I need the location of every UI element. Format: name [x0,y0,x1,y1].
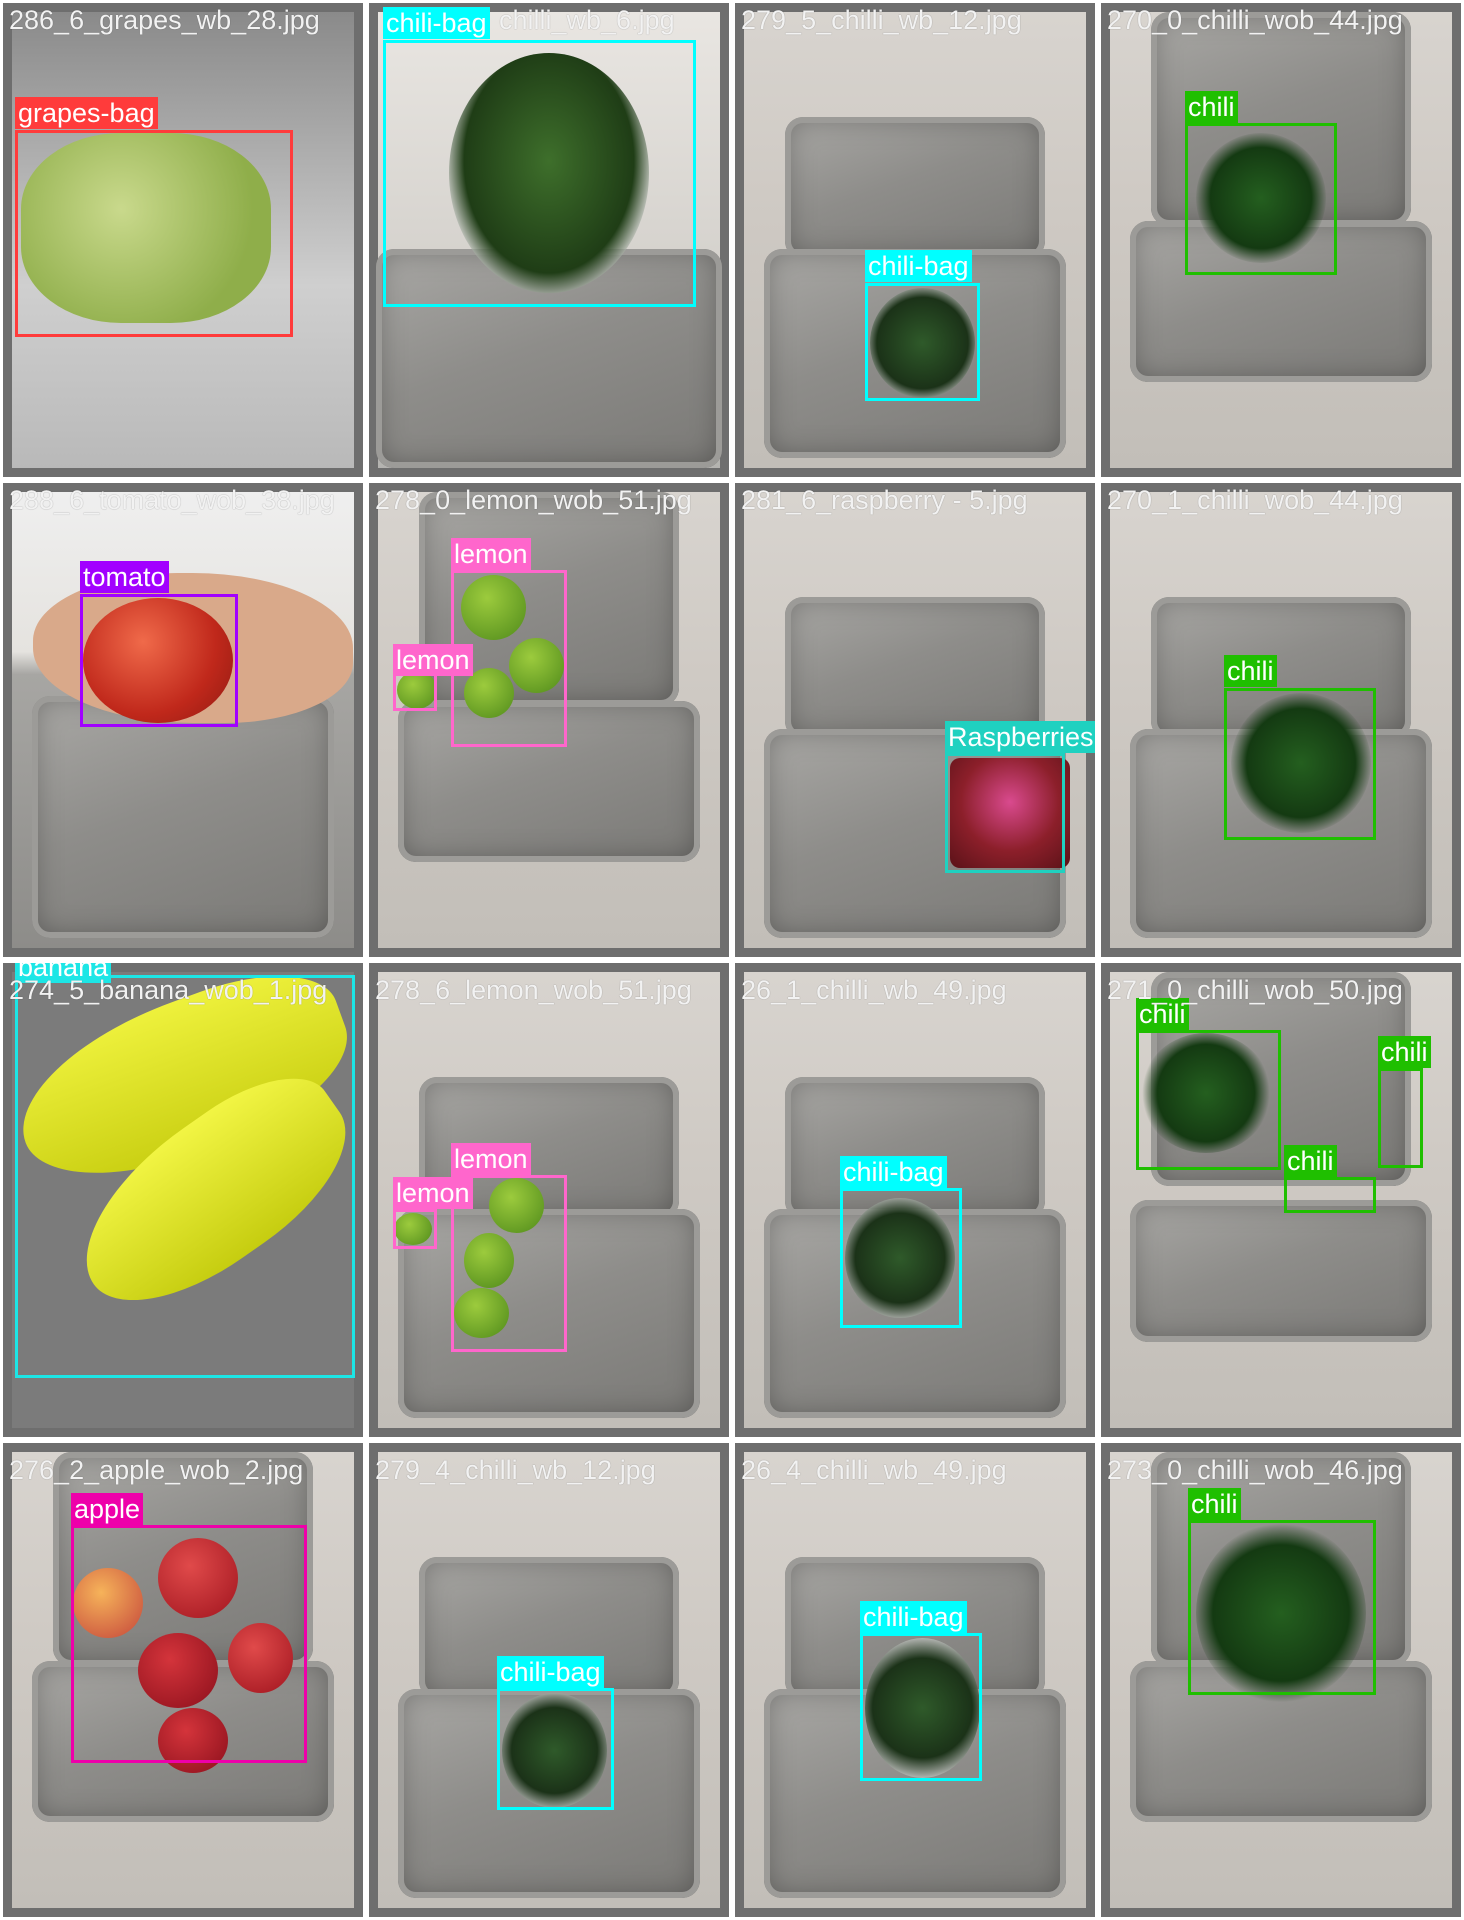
detection-box [1378,1068,1423,1168]
detection-box [945,753,1065,873]
tile-13: apple 276_2_apple_wob_2.jpg [0,1440,366,1920]
detection-box [15,130,293,337]
detection-label: chili [1378,1036,1431,1068]
tile-6: lemon lemon 278_0_lemon_wob_51.jpg [366,480,732,960]
tile-11: chili-bag 26_1_chilli_wb_49.jpg [732,960,1098,1440]
detection-label: chili [1224,655,1277,687]
detection-box [840,1188,962,1328]
detection-label: chili [1188,1488,1241,1520]
detection-box [71,1525,307,1763]
detection-label: chili-bag [840,1156,947,1188]
tile-10: lemon lemon 278_6_lemon_wob_51.jpg [366,960,732,1440]
image-filename: 26_1_chilli_wb_49.jpg [741,975,1007,1005]
detection-box [15,975,355,1378]
image-filename: 276_2_apple_wob_2.jpg [9,1455,304,1485]
image-filename: 278_0_lemon_wob_51.jpg [375,485,692,515]
image-filename: 288_6_tomato_wob_38.jpg [9,485,335,515]
detection-box [497,1688,614,1810]
detection-box [860,1633,982,1781]
tile-1: grapes-bag 286_6_grapes_wb_28.jpg [0,0,366,480]
tray-image [785,116,1045,259]
detection-box [865,283,980,401]
image-filename: 271_0_chilli_wob_50.jpg [1107,975,1403,1005]
tile-16: chili 273_0_chilli_wob_46.jpg [1098,1440,1464,1920]
tile-14: chili-bag 279_4_chilli_wb_12.jpg [366,1440,732,1920]
image-filename: 279_5_chilli_wb_12.jpg [741,5,1022,35]
tray-image [31,696,335,939]
detection-box [383,40,696,307]
image-filename: chilli_wb_6.jpg [499,5,675,35]
tile-8: chili 270_1_chilli_wob_44.jpg [1098,480,1464,960]
tile-2: chili-bag chilli_wb_6.jpg [366,0,732,480]
detection-label: chili-bag [860,1601,967,1633]
detection-label: lemon [393,644,473,676]
image-filename: 270_0_chilli_wob_44.jpg [1107,5,1403,35]
tile-7: Raspberries 281_6_raspberry - 5.jpg [732,480,1098,960]
tray-image [1129,1200,1433,1343]
image-filename: 286_6_grapes_wb_28.jpg [9,5,320,35]
detection-mosaic: grapes-bag 286_6_grapes_wb_28.jpg chili-… [0,0,1464,1920]
detection-label: lemon [451,538,531,570]
detection-label: lemon [393,1177,473,1209]
detection-label: chili-bag [865,250,972,282]
detection-label: tomato [80,561,169,593]
detection-label: chili-bag [497,1656,604,1688]
image-filename: 273_0_chilli_wob_46.jpg [1107,1455,1403,1485]
detection-box [393,1209,437,1249]
tray-image [785,596,1045,739]
tile-15: chili-bag 26_4_chilli_wb_49.jpg [732,1440,1098,1920]
tile-4: chili 270_0_chilli_wob_44.jpg [1098,0,1464,480]
image-filename: 274_5_banana_wob_1.jpg [9,975,328,1005]
detection-box [1185,123,1337,275]
detection-label: chili [1284,1145,1337,1177]
detection-box [1284,1177,1376,1213]
detection-label: chili-bag [383,7,490,39]
detection-box [1188,1520,1376,1695]
detection-box [80,594,238,727]
image-filename: 26_4_chilli_wb_49.jpg [741,1455,1007,1485]
tile-9: banana 274_5_banana_wob_1.jpg [0,960,366,1440]
detection-label: Raspberries [945,721,1095,753]
detection-box [1224,688,1376,840]
tile-3: chili-bag 279_5_chilli_wb_12.jpg [732,0,1098,480]
detection-label: lemon [451,1143,531,1175]
detection-label: chili [1185,91,1238,123]
detection-label: apple [71,1493,144,1525]
image-filename: 270_1_chilli_wob_44.jpg [1107,485,1403,515]
tile-12: chili chili chili 271_0_chilli_wob_50.jp… [1098,960,1464,1440]
tile-5: tomato 288_6_tomato_wob_38.jpg [0,480,366,960]
image-filename: 281_6_raspberry - 5.jpg [741,485,1028,515]
image-filename: 278_6_lemon_wob_51.jpg [375,975,692,1005]
detection-box [1136,1030,1281,1170]
image-filename: 279_4_chilli_wb_12.jpg [375,1455,656,1485]
detection-label: grapes-bag [15,97,158,129]
